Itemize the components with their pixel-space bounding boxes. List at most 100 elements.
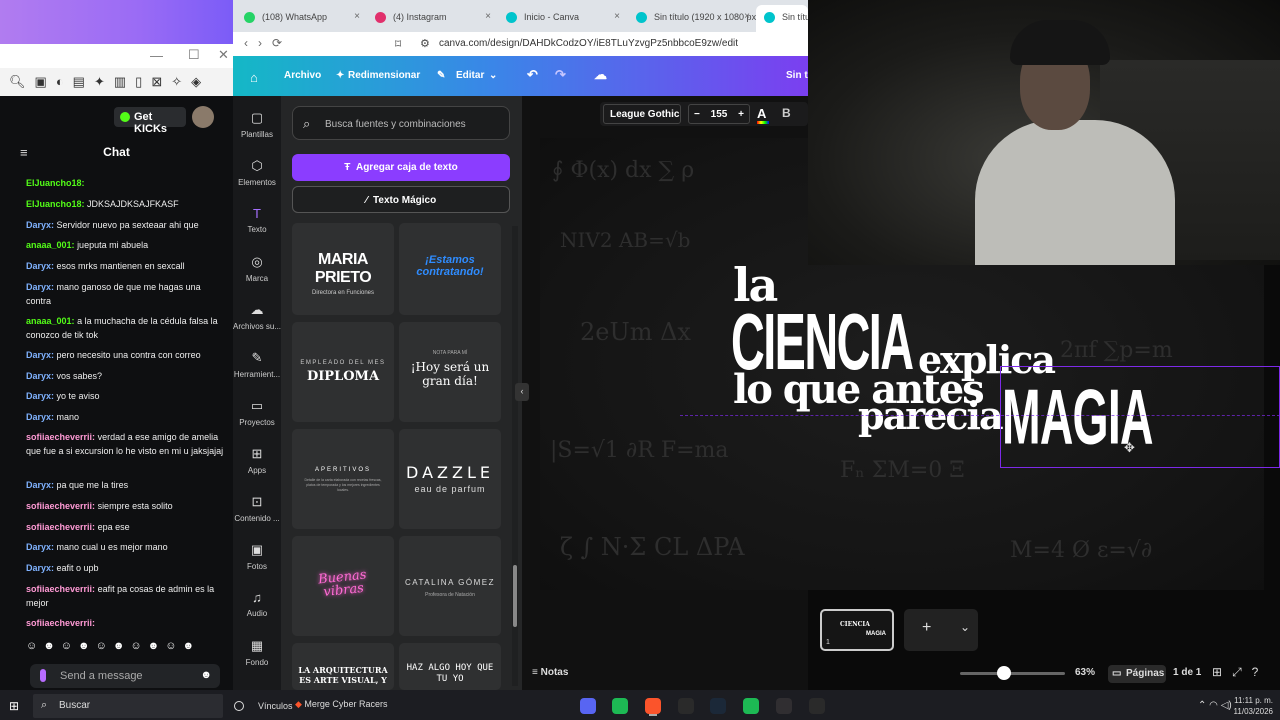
browser-tab[interactable]: (4) Instagram × bbox=[367, 5, 497, 32]
extension-icon[interactable]: ✧ bbox=[171, 74, 182, 90]
template-buenas-vibras[interactable]: Buenas vibras bbox=[292, 536, 394, 636]
template-hoy-sera[interactable]: NOTA PARA MÍ ¡Hoy será un gran día! bbox=[399, 322, 501, 422]
chat-username[interactable]: Daryx: bbox=[26, 220, 54, 230]
rail-item-apps[interactable]: ⊞ Apps bbox=[233, 446, 281, 475]
design-title[interactable]: Sin ti bbox=[786, 70, 810, 81]
rail-item-elementos[interactable]: ⬡ Elementos bbox=[233, 158, 281, 187]
rail-item-proyectos[interactable]: ▭ Proyectos bbox=[233, 398, 281, 427]
page-thumbnail[interactable]: CIENCIA MAGIA 1 bbox=[820, 609, 894, 651]
taskbar-search[interactable]: ⌕ Buscar bbox=[33, 694, 223, 718]
close-tab-icon[interactable]: × bbox=[485, 11, 491, 22]
archivo-menu[interactable]: Archivo bbox=[284, 70, 321, 81]
extension-icon[interactable]: ⊠ bbox=[151, 74, 162, 90]
extension-icon[interactable]: ▥ bbox=[114, 74, 126, 90]
task-view-icon[interactable] bbox=[234, 701, 244, 711]
maximize-icon[interactable]: ☐ bbox=[188, 47, 200, 63]
rail-item-marca[interactable]: ◎ Marca bbox=[233, 254, 281, 283]
chat-username[interactable]: Daryx: bbox=[26, 412, 54, 422]
template-maria-prieto[interactable]: MARIA PRIETO Directora en Funciones bbox=[292, 223, 394, 315]
fullscreen-icon[interactable]: ⤢ bbox=[1232, 665, 1252, 679]
magic-text-button[interactable]: ⁄ Texto Mágico bbox=[292, 186, 510, 213]
chat-username[interactable]: Daryx: bbox=[26, 563, 54, 573]
redo-icon[interactable]: ↷ bbox=[555, 67, 566, 83]
chat-username[interactable]: anaaa_001: bbox=[26, 240, 75, 250]
pages-button[interactable]: ▭ Páginas bbox=[1108, 665, 1166, 683]
volume-icon[interactable]: ◁) bbox=[1221, 700, 1232, 711]
extension-icon[interactable]: 🔍︎ bbox=[9, 74, 26, 90]
redimensionar-button[interactable]: Redimensionar bbox=[348, 70, 420, 81]
microphone-icon[interactable] bbox=[40, 669, 46, 682]
template-aperitivos[interactable]: APERITIVOS Detalle de la carta elaborada… bbox=[292, 429, 394, 529]
obs-icon[interactable] bbox=[776, 698, 792, 714]
emote-bar[interactable]: ☺☻☺☻☺☻☺☻☺☻ bbox=[26, 640, 226, 656]
url-text[interactable]: canva.com/design/DAHDkCodzOY/iE8TLuYzvgP… bbox=[439, 38, 738, 49]
site-info-icon[interactable]: ⚙ bbox=[420, 37, 430, 50]
epic2-icon[interactable] bbox=[809, 698, 825, 714]
chevron-up-icon[interactable]: ⌃ bbox=[1198, 700, 1209, 711]
font-size-stepper[interactable]: −155 + bbox=[688, 104, 750, 124]
spotify-icon[interactable] bbox=[612, 698, 628, 714]
chat-username[interactable]: sofiiaecheverrii: bbox=[26, 584, 95, 594]
chat-username[interactable]: sofiiaecheverrii: bbox=[26, 522, 95, 532]
close-icon[interactable]: ✕ bbox=[218, 47, 229, 63]
extension-icon[interactable]: ▣ bbox=[35, 74, 47, 90]
get-kicks-button[interactable]: Get KICKs bbox=[114, 107, 186, 135]
collapse-panel-button[interactable]: ‹ bbox=[515, 383, 529, 401]
grid-view-icon[interactable]: ⊞ bbox=[1212, 665, 1232, 679]
font-family-dropdown[interactable]: League Gothic bbox=[603, 104, 681, 124]
chat-username[interactable]: sofiiaecheverrii: bbox=[26, 501, 95, 511]
brave-icon[interactable] bbox=[645, 698, 661, 714]
chevron-down-icon[interactable]: ⌄ bbox=[960, 620, 970, 634]
close-tab-icon[interactable]: × bbox=[354, 11, 360, 22]
font-size-value[interactable]: 155 bbox=[711, 109, 728, 120]
close-tab-icon[interactable]: × bbox=[614, 11, 620, 22]
chat-username[interactable]: Daryx: bbox=[26, 542, 54, 552]
chat-username[interactable]: ElJuancho18: bbox=[26, 178, 85, 188]
increase-icon[interactable]: + bbox=[738, 109, 744, 120]
taskbar-links[interactable]: Vínculos bbox=[258, 701, 293, 711]
extension-icon[interactable]: ◐ bbox=[56, 74, 64, 89]
rail-item-audio[interactable]: ♫ Audio bbox=[233, 590, 281, 618]
add-text-box-button[interactable]: Ŧ Agregar caja de texto bbox=[292, 154, 510, 181]
template-estamos-contratando[interactable]: ¡Estamos contratando! bbox=[399, 223, 501, 315]
nav-buttons[interactable]: ‹›⟳ bbox=[244, 36, 292, 50]
close-tab-icon[interactable]: × bbox=[744, 11, 750, 22]
avatar[interactable] bbox=[192, 106, 214, 128]
chat-username[interactable]: Daryx: bbox=[26, 391, 54, 401]
zoom-value[interactable]: 63% bbox=[1075, 667, 1095, 678]
chat-username[interactable]: anaaa_001: bbox=[26, 316, 75, 326]
chat-username[interactable]: Daryx: bbox=[26, 261, 54, 271]
browser-tab[interactable]: Inicio - Canva × bbox=[498, 5, 626, 32]
extension-icon[interactable]: ✦ bbox=[94, 74, 105, 90]
rail-item-fotos[interactable]: ▣ Fotos bbox=[233, 542, 281, 571]
template-dazzle[interactable]: DAZZLE eau de parfum bbox=[399, 429, 501, 529]
template-arquitectura[interactable]: LA ARQUITECTURA ES ARTE VISUAL, Y bbox=[292, 643, 394, 690]
steam-icon[interactable] bbox=[710, 698, 726, 714]
editar-button[interactable]: Editar bbox=[456, 70, 484, 81]
cloud-save-icon[interactable]: ☁ bbox=[594, 67, 607, 83]
browser-tab[interactable]: Sin títu bbox=[756, 5, 808, 32]
template-catalina-gomez[interactable]: CATALINA GÓMEZ Profesora de Natación bbox=[399, 536, 501, 636]
chat-input[interactable]: Send a message ☻ bbox=[30, 664, 220, 688]
bold-button[interactable]: B bbox=[782, 106, 791, 120]
rail-item-herramient[interactable]: ✎ Herramient... bbox=[233, 350, 281, 379]
system-tray[interactable]: ⌃ ◠ ◁) bbox=[1198, 700, 1232, 711]
rail-item-contenido[interactable]: ⊡ Contenido ... bbox=[233, 494, 281, 523]
chat-username[interactable]: Daryx: bbox=[26, 350, 54, 360]
chat-username[interactable]: ElJuancho18: bbox=[26, 199, 85, 209]
rail-item-archivos-su[interactable]: ☁ Archivos su... bbox=[233, 302, 281, 331]
taskbar-merge-app[interactable]: ◆ Merge Cyber Racers bbox=[295, 699, 387, 710]
discord-icon[interactable] bbox=[580, 698, 596, 714]
text-color-button[interactable]: A bbox=[757, 106, 769, 124]
wifi-icon[interactable]: ◠ bbox=[1209, 700, 1221, 711]
bookmark-icon[interactable]: ⌑ bbox=[395, 37, 401, 51]
chat-username[interactable]: Daryx: bbox=[26, 480, 54, 490]
zoom-slider[interactable] bbox=[960, 672, 1065, 675]
home-icon[interactable]: ⌂ bbox=[250, 70, 258, 85]
epic-icon[interactable] bbox=[678, 698, 694, 714]
clock[interactable]: 11:11 p. m. 11/03/2026 bbox=[1233, 695, 1273, 717]
minimize-icon[interactable]: — bbox=[150, 48, 163, 63]
browser-tab[interactable]: (108) WhatsApp × bbox=[236, 5, 366, 32]
windows-start-icon[interactable]: ⊞ bbox=[9, 699, 21, 713]
help-icon[interactable]: ? bbox=[1252, 665, 1269, 679]
